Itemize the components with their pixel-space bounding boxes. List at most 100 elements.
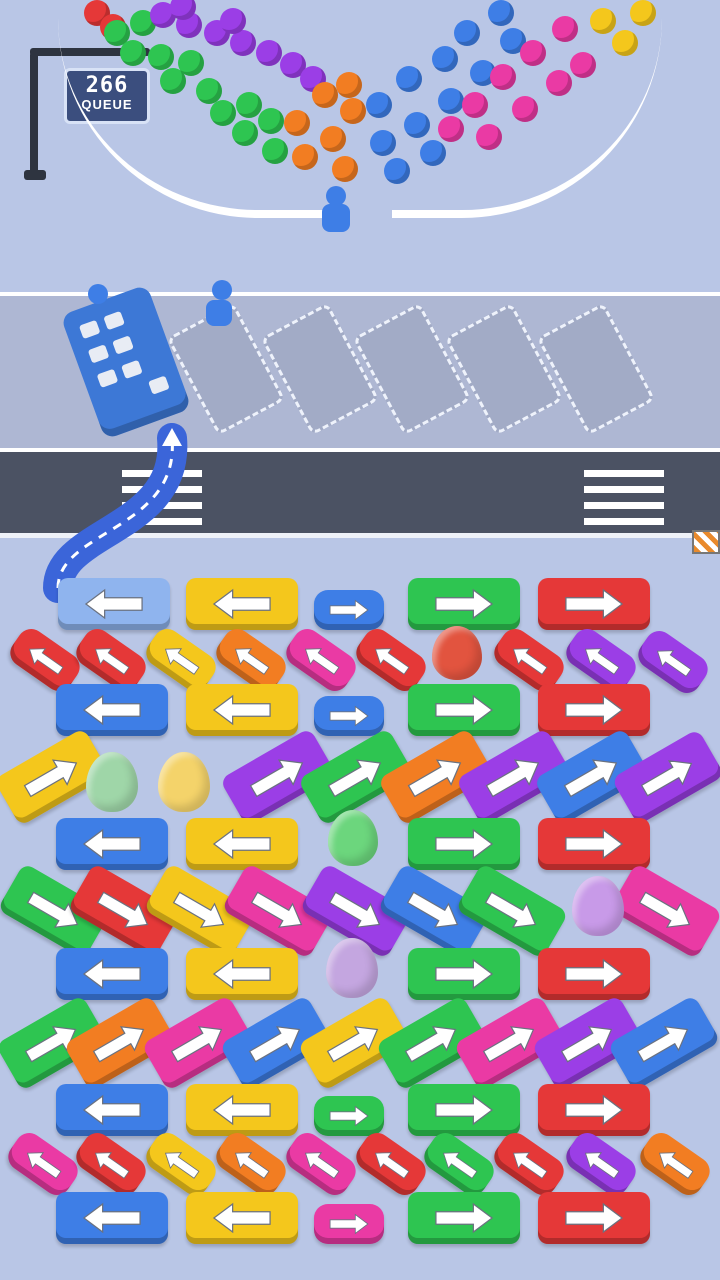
left-arrow-icon	[374, 648, 410, 675]
left-arrow-icon	[512, 1152, 548, 1179]
right-arrow-icon	[484, 891, 537, 928]
person-icon	[332, 156, 358, 182]
left-arrow-icon	[584, 648, 620, 675]
person-icon	[630, 0, 656, 26]
bus-red[interactable]	[538, 1192, 650, 1244]
person-icon	[512, 96, 538, 122]
person-icon	[612, 30, 638, 56]
bus-red[interactable]	[538, 818, 650, 870]
car-green[interactable]	[418, 1127, 500, 1201]
left-arrow-icon	[212, 694, 271, 726]
person-icon	[320, 126, 346, 152]
bus-green[interactable]	[408, 684, 520, 736]
person-icon	[148, 44, 174, 70]
right-arrow-icon	[329, 1105, 369, 1127]
car-yellow[interactable]	[140, 1127, 222, 1201]
person-icon	[438, 88, 464, 114]
bus-red[interactable]	[538, 684, 650, 736]
person-icon	[454, 20, 480, 46]
person-icon	[404, 112, 430, 138]
car-red[interactable]	[350, 1127, 432, 1201]
left-arrow-icon	[94, 648, 130, 675]
right-arrow-icon	[640, 760, 693, 797]
right-arrow-icon	[404, 1026, 457, 1063]
car-orange[interactable]	[210, 1127, 292, 1201]
bus-yellow[interactable]	[186, 578, 298, 630]
right-arrow-icon	[329, 599, 369, 621]
person-icon	[312, 82, 338, 108]
left-arrow-icon	[212, 1202, 271, 1234]
bus-blue[interactable]	[56, 1192, 168, 1244]
car-pink[interactable]	[280, 1127, 362, 1201]
right-arrow-icon	[327, 759, 382, 798]
bus-red[interactable]	[538, 1084, 650, 1136]
left-arrow-icon	[82, 1202, 141, 1234]
bus-green[interactable]	[408, 948, 520, 1000]
right-arrow-icon	[170, 1026, 223, 1063]
person-icon	[258, 108, 284, 134]
right-arrow-icon	[636, 1026, 689, 1063]
bus-lightblue[interactable]	[58, 578, 170, 630]
bus-yellow[interactable]	[186, 1084, 298, 1136]
person-icon	[120, 40, 146, 66]
car-pink[interactable]	[2, 1127, 84, 1201]
bus-pink[interactable]	[609, 862, 720, 960]
bus-blue[interactable]	[56, 1084, 168, 1136]
bus-yellow[interactable]	[186, 684, 298, 736]
car-orange[interactable]	[634, 1127, 716, 1201]
left-arrow-icon	[658, 1152, 694, 1179]
left-arrow-icon	[94, 1152, 130, 1179]
left-arrow-icon	[304, 648, 340, 675]
right-arrow-icon	[565, 588, 624, 620]
bus-green[interactable]	[408, 578, 520, 630]
car-blue[interactable]	[314, 590, 384, 630]
car-red[interactable]	[70, 1127, 152, 1201]
left-arrow-icon	[656, 650, 692, 677]
right-arrow-icon	[250, 891, 303, 928]
bus-blue[interactable]	[56, 818, 168, 870]
car-red[interactable]	[488, 1127, 570, 1201]
car-blue[interactable]	[314, 696, 384, 736]
person-icon	[384, 158, 410, 184]
car-purple[interactable]	[560, 1127, 642, 1201]
bus-green[interactable]	[408, 1084, 520, 1136]
left-arrow-icon	[584, 1152, 620, 1179]
right-arrow-icon	[435, 588, 494, 620]
bus-blue[interactable]	[56, 684, 168, 736]
person-icon	[284, 110, 310, 136]
left-arrow-icon	[164, 648, 200, 675]
person-icon	[256, 40, 282, 66]
car-green[interactable]	[314, 1096, 384, 1136]
bus-red[interactable]	[538, 578, 650, 630]
bus-yellow[interactable]	[186, 948, 298, 1000]
person-icon	[232, 120, 258, 146]
right-arrow-icon	[435, 694, 494, 726]
left-arrow-icon	[82, 828, 141, 860]
left-arrow-icon	[82, 694, 141, 726]
egg-yellow	[158, 752, 210, 812]
person-icon	[322, 204, 350, 232]
egg-purple	[572, 876, 624, 936]
bus-yellow[interactable]	[186, 818, 298, 870]
person-icon	[336, 72, 362, 98]
left-arrow-icon	[26, 1152, 62, 1179]
bus-green[interactable]	[408, 1192, 520, 1244]
bus-green[interactable]	[455, 862, 569, 960]
bus-blue[interactable]	[56, 948, 168, 1000]
car-pink[interactable]	[314, 1204, 384, 1244]
sign-post	[30, 52, 38, 178]
bus-yellow[interactable]	[186, 1192, 298, 1244]
egg-green	[328, 810, 378, 866]
person-icon	[552, 16, 578, 42]
person-icon	[88, 284, 108, 304]
right-arrow-icon	[638, 891, 691, 928]
right-arrow-icon	[565, 828, 624, 860]
person-icon	[570, 52, 596, 78]
person-icon	[326, 186, 346, 206]
person-icon	[262, 138, 288, 164]
bus-green[interactable]	[408, 818, 520, 870]
right-arrow-icon	[435, 1094, 494, 1126]
bus-red[interactable]	[538, 948, 650, 1000]
egg-red	[432, 626, 482, 680]
right-arrow-icon	[435, 828, 494, 860]
